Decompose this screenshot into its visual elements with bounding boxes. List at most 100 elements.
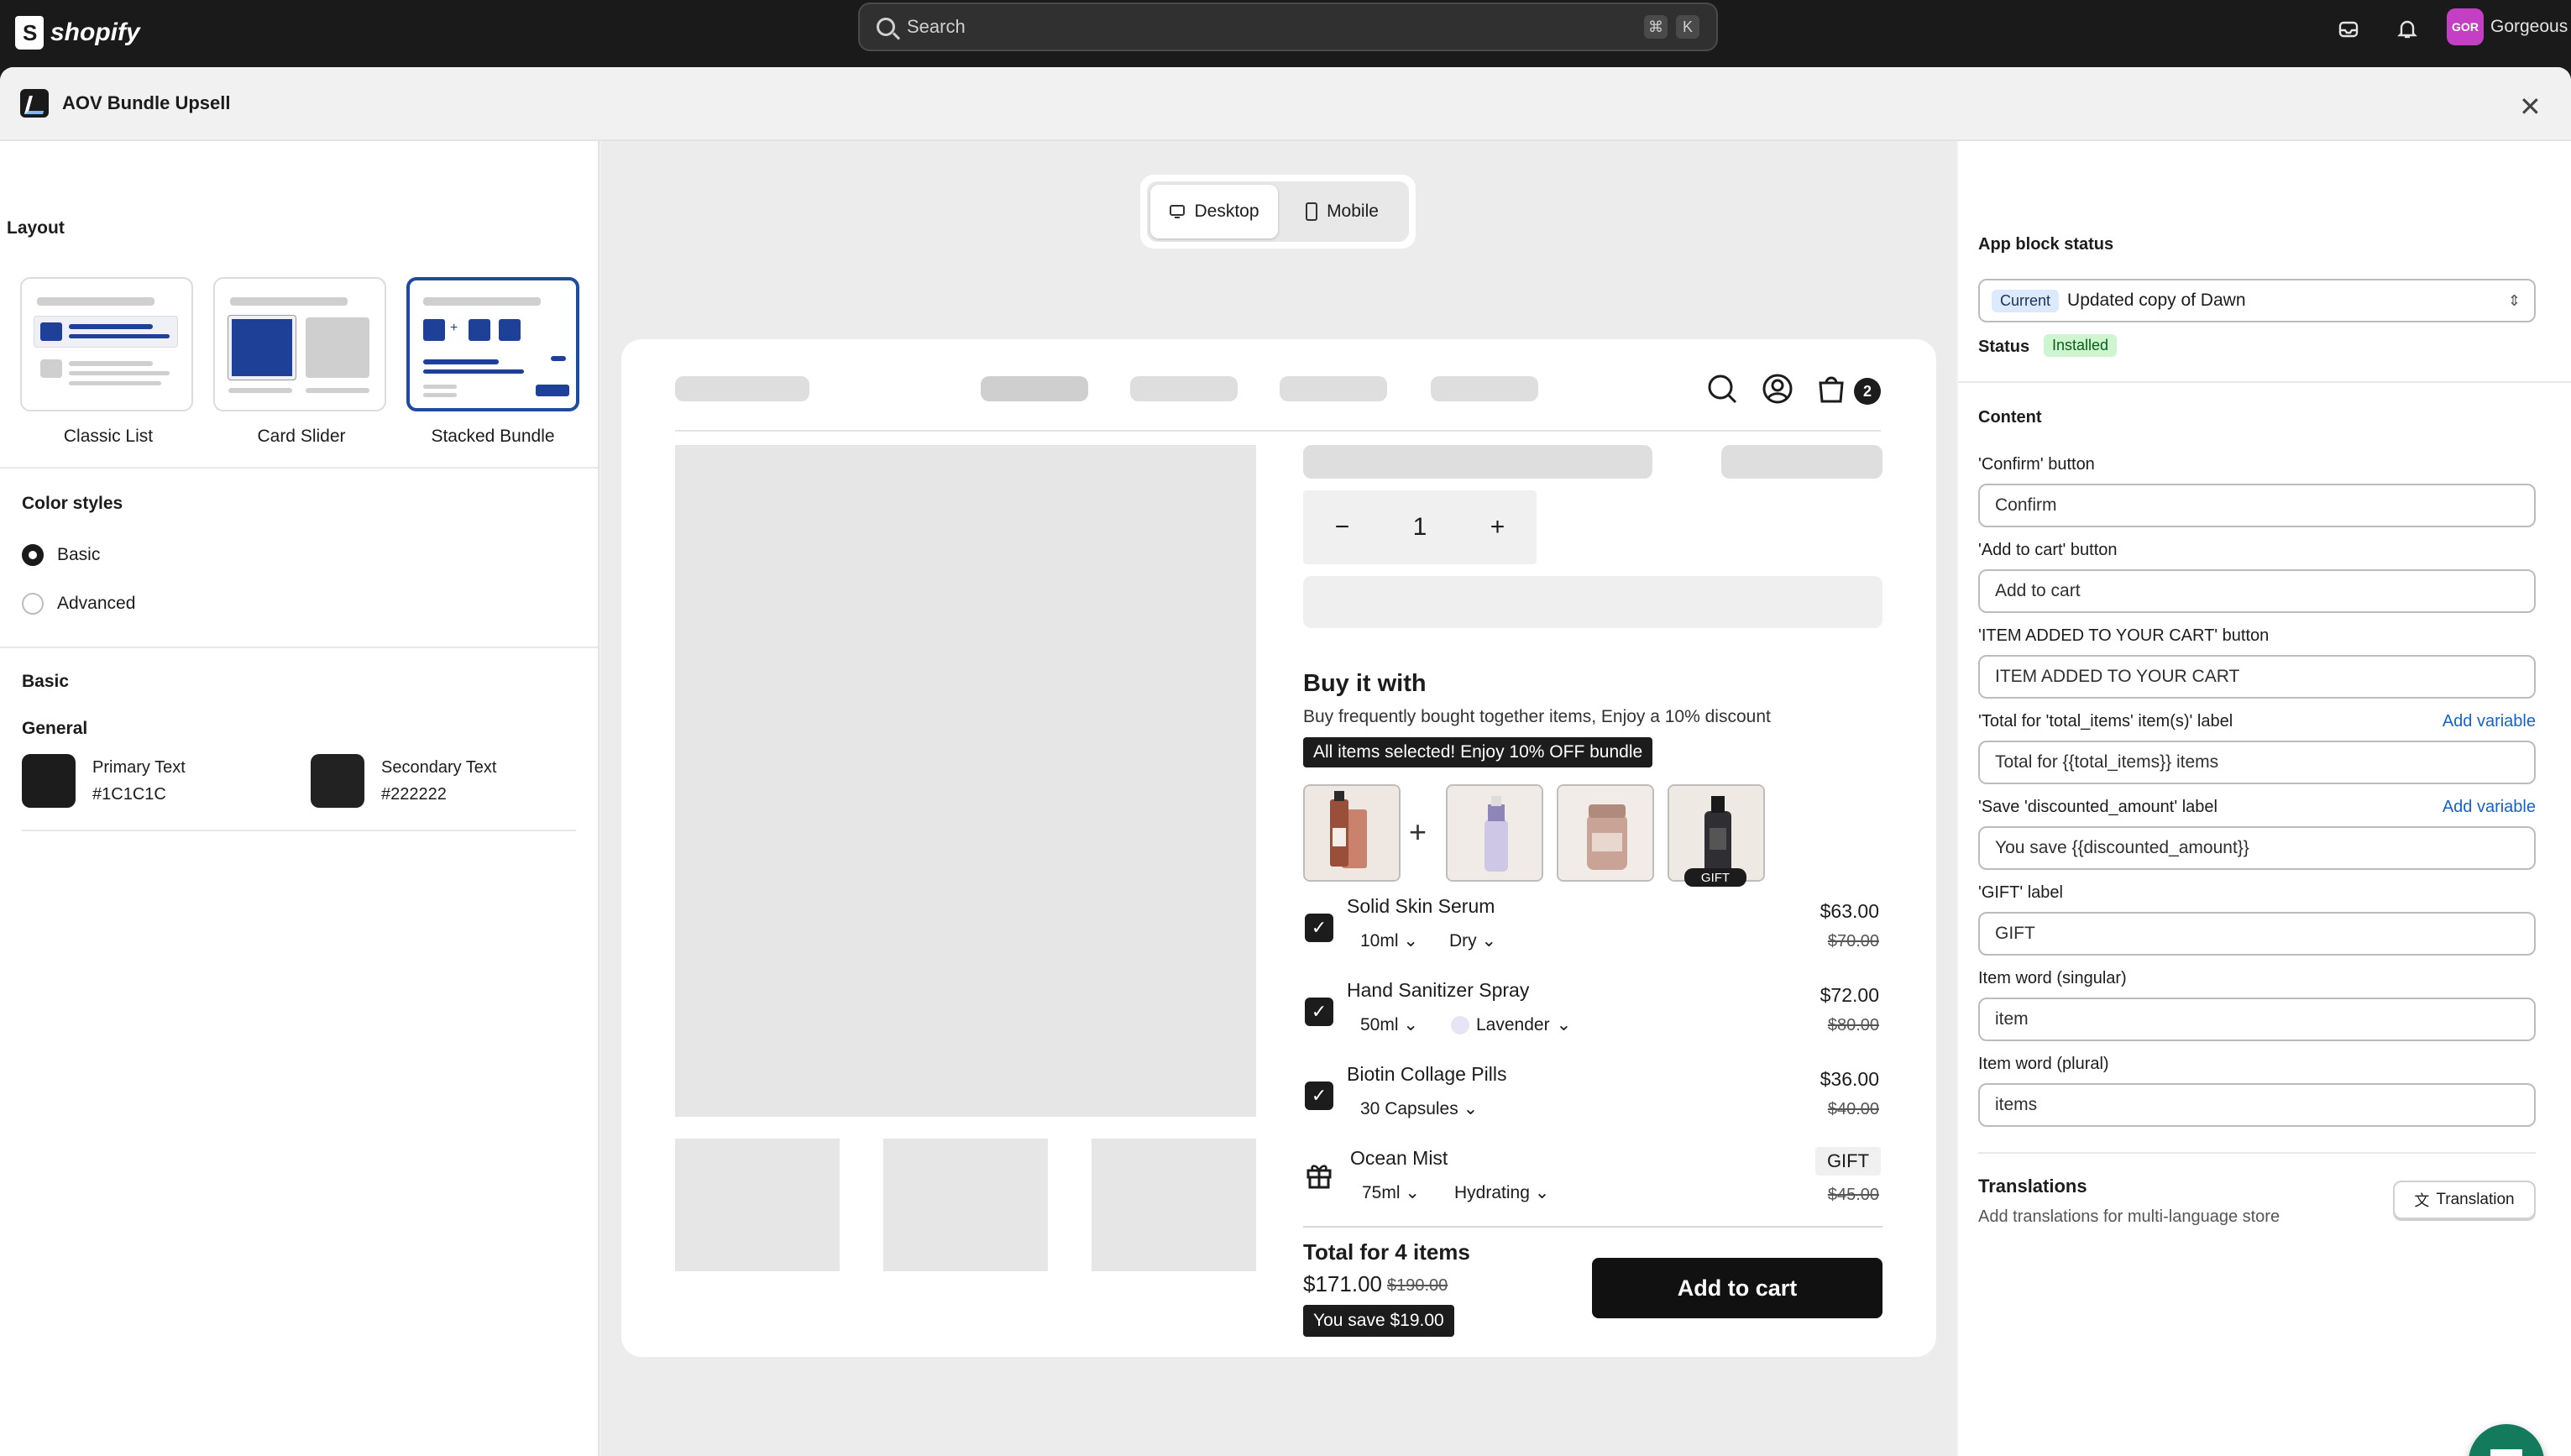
total-label: Total for 4 items (1303, 1239, 1470, 1265)
item-variant-select[interactable]: Hydrating ⌄ (1454, 1182, 1549, 1203)
item-variant-select[interactable]: Lavender ⌄ (1451, 1014, 1571, 1035)
bundle-thumb-serum[interactable] (1303, 784, 1401, 882)
item-variant-select[interactable]: Dry ⌄ (1449, 930, 1496, 951)
lavender-swatch (1451, 1015, 1469, 1034)
add-variable-link[interactable]: Add variable (2443, 712, 2536, 731)
radio-advanced-dot[interactable] (22, 593, 44, 615)
modal-header: AOV Bundle Upsell (0, 67, 2571, 141)
gift-price-badge: GIFT (1815, 1147, 1881, 1176)
layout-stacked-bundle[interactable]: + (406, 277, 579, 411)
radio-advanced[interactable]: Advanced (22, 593, 135, 615)
radio-advanced-label: Advanced (57, 594, 136, 613)
primary-color-swatch[interactable] (22, 754, 76, 808)
bundle-thumb-spray[interactable] (1446, 784, 1543, 882)
product-image-placeholder (675, 445, 1256, 1117)
item-size-select[interactable]: 75ml ⌄ (1362, 1182, 1420, 1203)
tab-desktop[interactable]: Desktop (1150, 185, 1278, 238)
item-name: Solid Skin Serum (1347, 895, 1495, 917)
translations-subtitle: Add translations for multi-language stor… (1978, 1207, 2280, 1226)
shopify-logo[interactable]: shopify (15, 12, 140, 54)
quantity-stepper[interactable]: − 1 + (1303, 490, 1537, 564)
thumbnail-placeholder (1092, 1139, 1256, 1271)
secondary-text-value: #222222 (381, 785, 447, 804)
inbox-icon[interactable] (2336, 17, 2361, 42)
translate-icon: 文 (2414, 1192, 2430, 1209)
nav-placeholder (981, 376, 1088, 401)
color-styles-title: Color styles (22, 494, 123, 513)
bell-icon[interactable] (2395, 17, 2420, 42)
cart-icon[interactable] (1817, 373, 1846, 405)
field-label: 'Save 'discounted_amount' label (1978, 798, 2218, 816)
item-size-select[interactable]: 50ml ⌄ (1360, 1014, 1418, 1035)
theme-name: Updated copy of Dawn (2067, 291, 2246, 310)
layout-title: Layout (7, 218, 65, 238)
tab-mobile[interactable]: Mobile (1278, 185, 1406, 238)
bundle-title: Buy it with (1303, 670, 1427, 697)
nav-placeholder (1431, 376, 1538, 401)
plus-icon: + (1409, 814, 1427, 849)
item-name: Hand Sanitizer Spray (1347, 979, 1530, 1001)
item-checkbox[interactable]: ✓ (1305, 1082, 1333, 1110)
gift-label-input[interactable]: GIFT (1978, 912, 2536, 956)
quantity-minus-button[interactable]: − (1335, 513, 1350, 542)
gift-tag: GIFT (1684, 868, 1746, 887)
layout-classic-list[interactable] (20, 277, 193, 411)
close-icon[interactable]: ✕ (2519, 91, 2542, 123)
radio-basic-label: Basic (57, 545, 101, 564)
add-variable-link[interactable]: Add variable (2443, 798, 2536, 817)
search-placeholder: Search (907, 16, 966, 37)
title-placeholder (1303, 445, 1652, 479)
item-old-price: $40.00 (1827, 1100, 1879, 1118)
store-preview: 2 − 1 + Buy it with Buy frequently bough… (621, 339, 1936, 1357)
item-old-price: $70.00 (1827, 932, 1879, 951)
item-price: $36.00 (1820, 1068, 1879, 1090)
layout-label-stacked-bundle: Stacked Bundle (431, 427, 555, 446)
item-size-select[interactable]: 10ml ⌄ (1360, 930, 1418, 951)
item-old-price: $45.00 (1827, 1186, 1879, 1204)
layout-label-classic-list: Classic List (63, 427, 154, 446)
translation-button[interactable]: 文 Translation (2393, 1181, 2536, 1219)
layout-card-slider[interactable] (213, 277, 386, 411)
account-icon[interactable] (1762, 373, 1793, 405)
brand-name: shopify (50, 18, 140, 46)
item-checkbox[interactable]: ✓ (1305, 914, 1333, 942)
content-settings-panel: App block status Current Updated copy of… (1958, 141, 2571, 1456)
thumbnail-placeholder (675, 1139, 840, 1271)
item-added-input[interactable]: ITEM ADDED TO YOUR CART (1978, 655, 2536, 699)
store-name[interactable]: Gorgeous (2490, 17, 2568, 37)
total-label-input[interactable]: Total for {{total_items}} items (1978, 741, 2536, 784)
radio-basic[interactable]: Basic (22, 544, 100, 566)
save-label-input[interactable]: You save {{discounted_amount}} (1978, 826, 2536, 870)
bundle-thumb-mist[interactable] (1668, 784, 1765, 882)
field-label: Item word (singular) (1978, 969, 2127, 987)
add-to-cart-button[interactable]: Add to cart (1592, 1258, 1882, 1318)
bundle-thumb-pills[interactable] (1557, 784, 1654, 882)
primary-text-value: #1C1C1C (92, 785, 166, 804)
theme-select[interactable]: Current Updated copy of Dawn ⇕ (1978, 279, 2536, 322)
pill-bottle-icon (1558, 786, 1652, 880)
search-bar[interactable]: Search ⌘ K (858, 3, 1718, 51)
chat-button[interactable] (2469, 1424, 2544, 1456)
field-label: 'Add to cart' button (1978, 541, 2118, 559)
modal-title: AOV Bundle Upsell (62, 92, 231, 113)
desktop-icon (1170, 205, 1186, 218)
confirm-button-input[interactable]: Confirm (1978, 484, 2536, 527)
store-avatar[interactable]: GOR (2447, 8, 2484, 45)
quantity-value[interactable]: 1 (1413, 513, 1427, 542)
radio-basic-dot[interactable] (22, 544, 44, 566)
select-chevron-icon: ⇕ (2507, 291, 2521, 309)
nav-placeholder (1130, 376, 1238, 401)
all-selected-badge: All items selected! Enjoy 10% OFF bundle (1303, 737, 1653, 767)
item-name: Biotin Collage Pills (1347, 1063, 1507, 1085)
item-checkbox[interactable]: ✓ (1305, 998, 1333, 1026)
total-price: $171.00 (1303, 1271, 1382, 1296)
item-plural-input[interactable]: items (1978, 1083, 2536, 1127)
device-toggle: Desktop Mobile (1140, 175, 1416, 249)
secondary-color-swatch[interactable] (311, 754, 364, 808)
add-to-cart-input[interactable]: Add to cart (1978, 569, 2536, 613)
status-label: Status (1978, 338, 2030, 356)
quantity-plus-button[interactable]: + (1490, 513, 1505, 542)
item-singular-input[interactable]: item (1978, 998, 2536, 1041)
store-search-icon[interactable] (1706, 373, 1738, 405)
item-size-select[interactable]: 30 Capsules ⌄ (1360, 1098, 1478, 1119)
